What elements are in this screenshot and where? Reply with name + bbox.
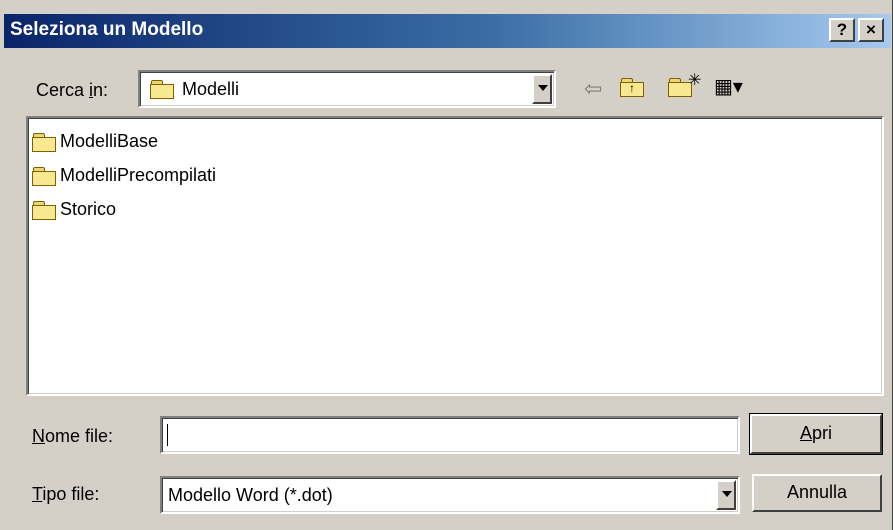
lookin-label: Cerca in: <box>36 80 109 100</box>
close-button[interactable]: × <box>858 18 884 42</box>
title-bar[interactable]: Seleziona un Modello ? × <box>4 14 891 48</box>
up-folder-icon[interactable]: ↑ <box>620 74 644 97</box>
view-menu-icon[interactable]: ▦▾ <box>714 74 743 100</box>
folder-icon <box>32 201 56 220</box>
lookin-dropdown-button[interactable] <box>532 74 552 104</box>
text-caret <box>167 424 168 446</box>
filename-label: Nome file: <box>32 426 114 446</box>
back-arrow-icon[interactable]: ⇦ <box>584 76 602 102</box>
open-button[interactable]: Apri <box>749 413 883 455</box>
lookin-value: Modelli <box>182 79 240 99</box>
filename-input[interactable] <box>160 416 740 454</box>
file-open-dialog: Seleziona un Modello ? × Cerca in: Model… <box>0 0 893 530</box>
new-folder-icon[interactable]: ✳ <box>668 72 701 97</box>
help-button[interactable]: ? <box>829 18 855 42</box>
folder-icon <box>32 167 56 186</box>
filetype-label: Tipo file: <box>32 484 100 504</box>
folder-icon <box>32 133 56 152</box>
filetype-value: Modello Word (*.dot) <box>168 485 333 505</box>
filetype-select[interactable]: Modello Word (*.dot) <box>160 476 740 514</box>
folder-icon <box>150 80 174 99</box>
window-title: Seleziona un Modello <box>10 19 204 40</box>
cancel-button[interactable]: Annulla <box>752 474 882 512</box>
list-item[interactable]: Storico <box>30 198 170 224</box>
filetype-dropdown-button[interactable] <box>716 480 736 510</box>
file-list[interactable]: ModelliBase ModelliPrecompilati Storico <box>26 116 884 396</box>
list-item[interactable]: ModelliPrecompilati <box>30 164 290 190</box>
list-item[interactable]: ModelliBase <box>30 130 230 156</box>
lookin-combobox[interactable]: Modelli <box>138 70 556 108</box>
